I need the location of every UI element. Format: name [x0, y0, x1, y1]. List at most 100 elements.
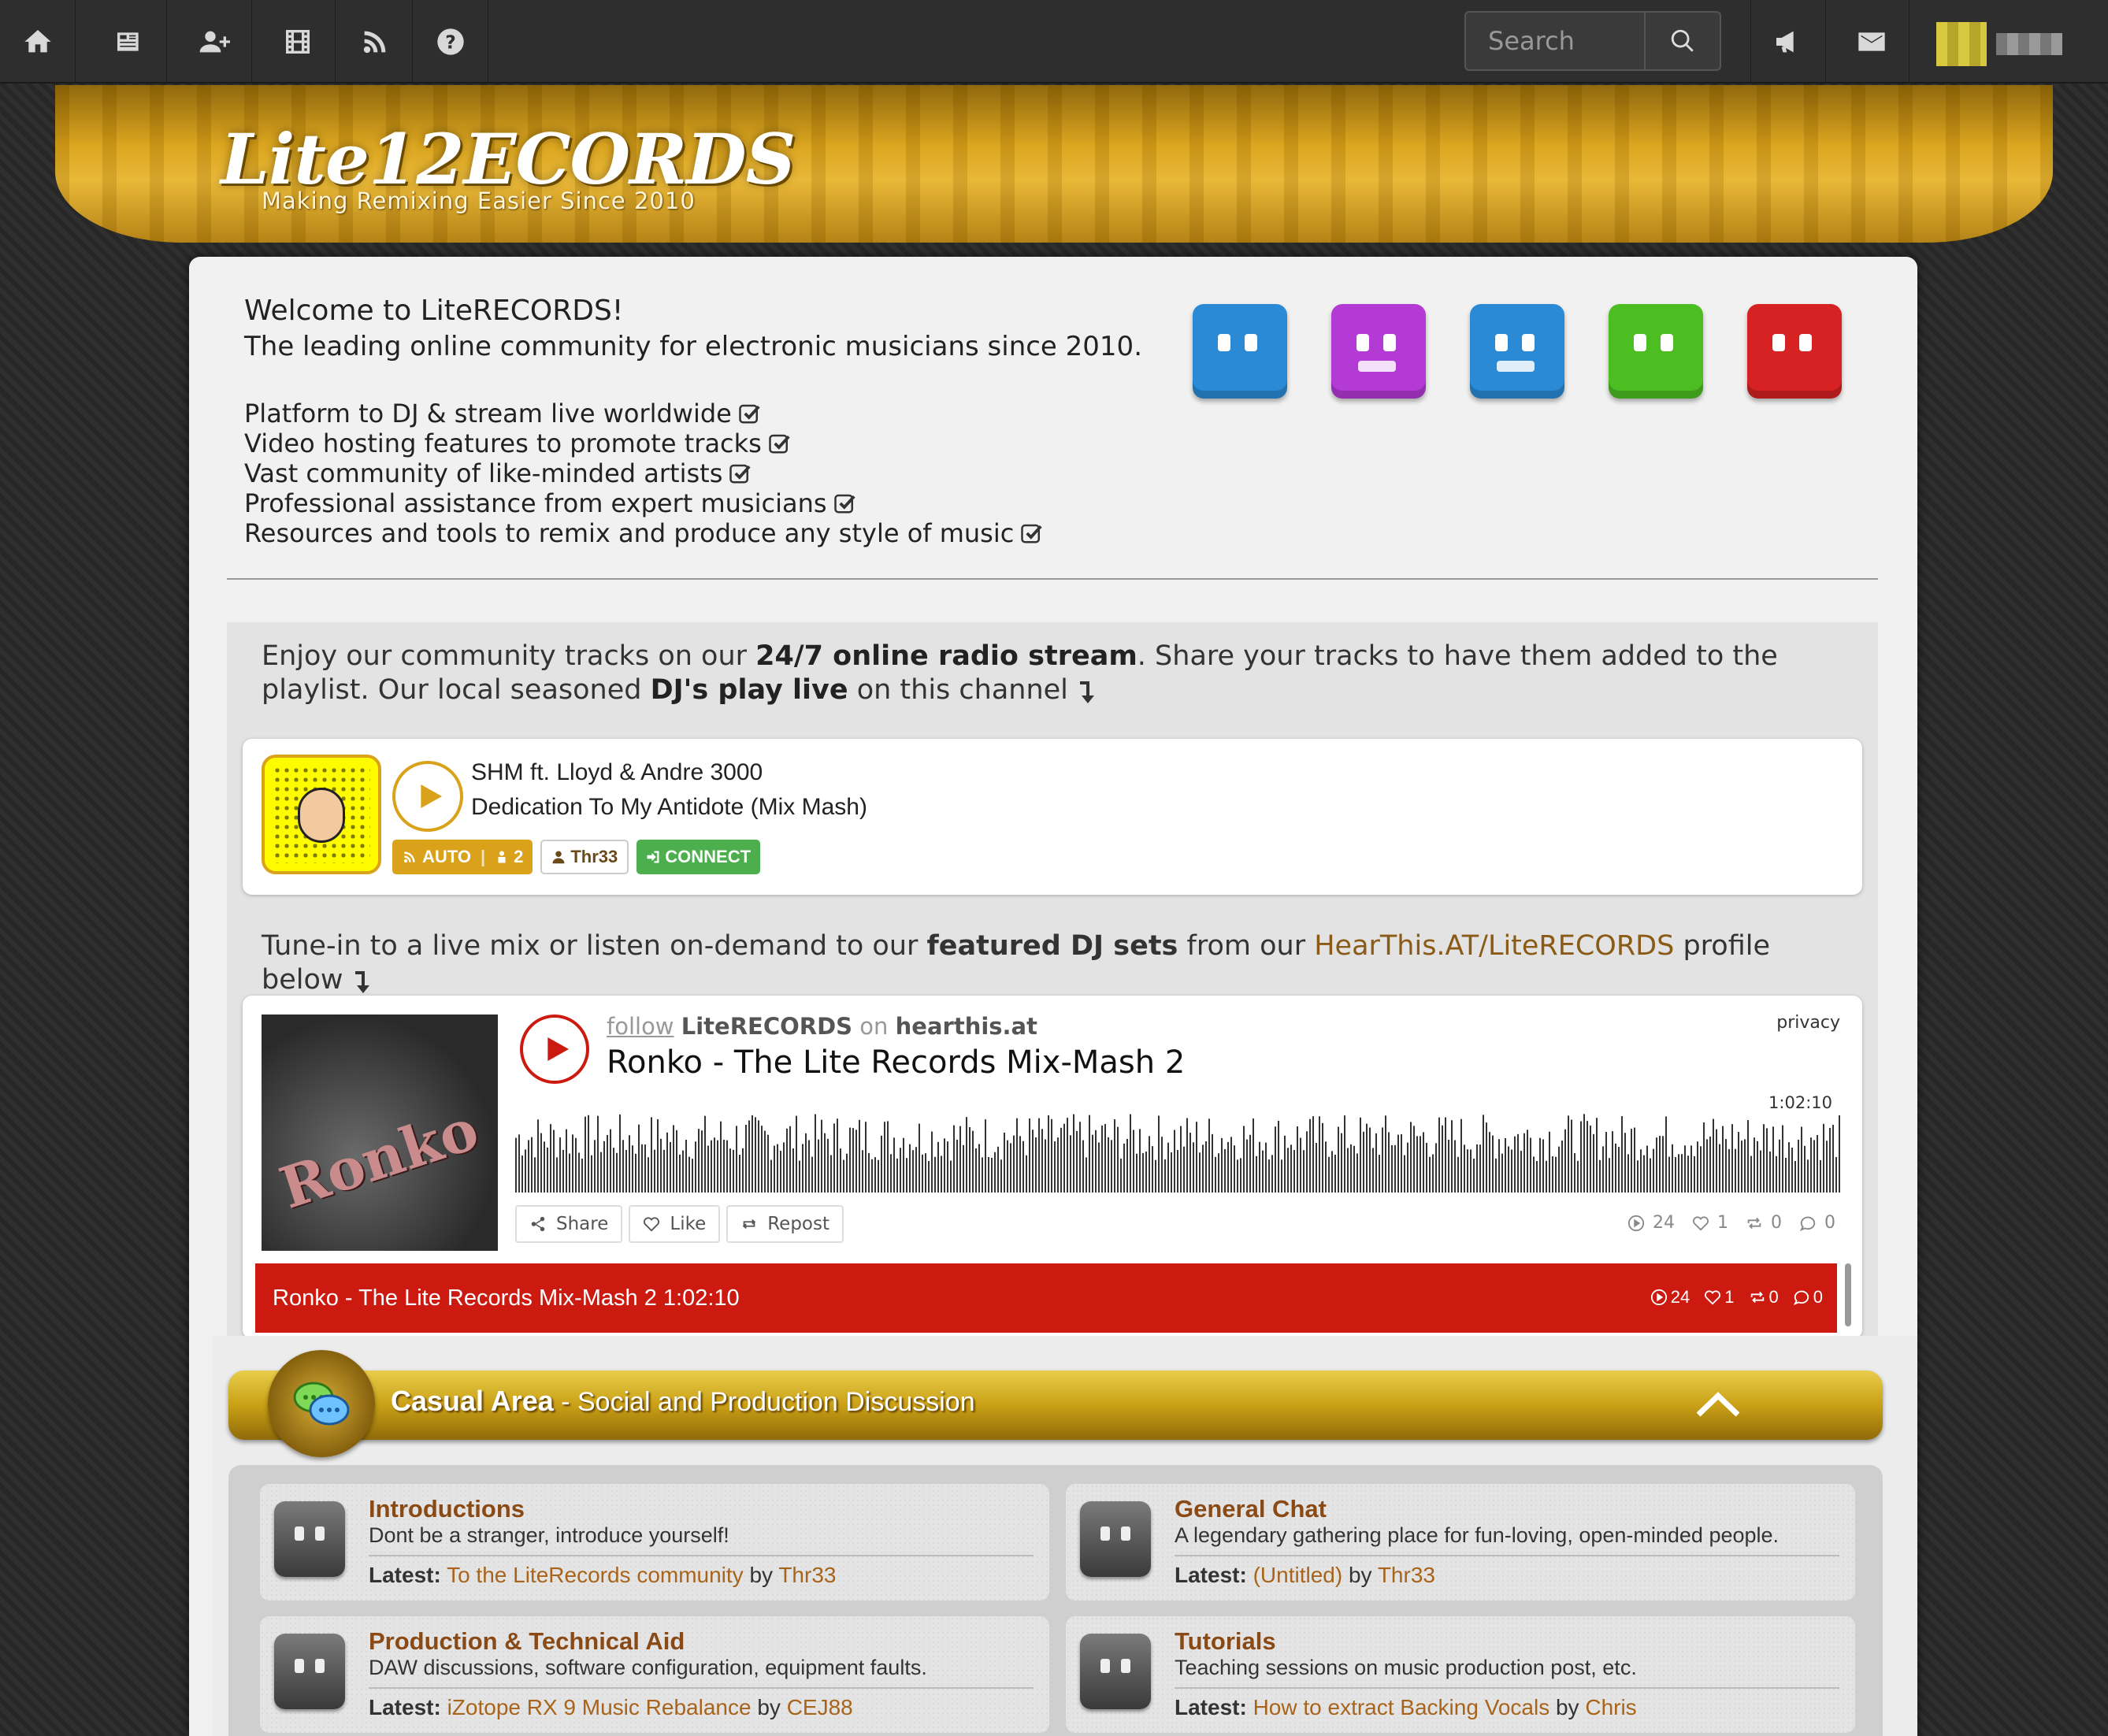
- feature-text: Professional assistance from expert musi…: [244, 488, 827, 518]
- feature-list: Platform to DJ & stream live worldwide V…: [244, 399, 1044, 548]
- waveform-bar: [1728, 1148, 1730, 1193]
- hearthis-profile-link[interactable]: HearThis.AT/LiteRECORDS: [1314, 930, 1674, 962]
- play-count: 24: [1650, 1287, 1690, 1308]
- home-icon[interactable]: [0, 0, 76, 83]
- latest-label: Latest:: [1175, 1695, 1247, 1719]
- waveform-bar: [786, 1128, 788, 1193]
- waveform-bar: [1174, 1130, 1175, 1193]
- waveform-bar: [909, 1144, 911, 1193]
- waveform-bar: [1690, 1145, 1692, 1193]
- rss-icon[interactable]: [337, 0, 413, 83]
- waveform-bar: [1407, 1142, 1408, 1193]
- forum-description: Teaching sessions on music production po…: [1175, 1656, 1637, 1679]
- latest-topic-link[interactable]: (Untitled): [1253, 1563, 1343, 1587]
- chevron-up-icon[interactable]: [1695, 1389, 1741, 1418]
- waveform-bar: [922, 1154, 923, 1193]
- by-text: by: [1348, 1563, 1372, 1587]
- latest-author-link[interactable]: Thr33: [778, 1563, 836, 1587]
- by-text: by: [1555, 1695, 1579, 1719]
- search-input[interactable]: [1466, 13, 1646, 69]
- mix-cover-art[interactable]: Ronko: [262, 1015, 498, 1251]
- waveform-bar: [1650, 1158, 1651, 1193]
- waveform-bar: [799, 1160, 800, 1193]
- audio-waveform[interactable]: [515, 1111, 1842, 1193]
- latest-topic-link[interactable]: To the LiteRecords community: [447, 1563, 744, 1587]
- connect-button[interactable]: CONNECT: [636, 840, 761, 874]
- latest-author-link[interactable]: Chris: [1585, 1695, 1636, 1719]
- account-name[interactable]: LiteRECORDS: [681, 1013, 852, 1040]
- waveform-bar: [1520, 1151, 1522, 1193]
- forum-item-production-technical-aid[interactable]: Production & Technical Aid DAW discussio…: [260, 1616, 1049, 1733]
- share-button[interactable]: Share: [515, 1205, 623, 1243]
- waveform-bar: [1120, 1158, 1122, 1193]
- waveform-bar: [1196, 1122, 1197, 1193]
- latest-author-link[interactable]: CEJ88: [787, 1695, 853, 1719]
- repost-button[interactable]: Repost: [726, 1205, 844, 1243]
- dj-user-badge[interactable]: Thr33: [540, 840, 629, 874]
- waveform-bar: [1801, 1126, 1802, 1193]
- auto-listeners-badge[interactable]: AUTO | 2: [392, 840, 533, 874]
- forum-divider: [369, 1687, 1034, 1689]
- user-name[interactable]: [1996, 33, 2062, 55]
- waveform-bar: [1725, 1139, 1727, 1193]
- waveform-bar: [1397, 1134, 1399, 1193]
- forum-item-tutorials[interactable]: Tutorials Teaching sessions on music pro…: [1066, 1616, 1855, 1733]
- waveform-bar: [1379, 1155, 1380, 1193]
- waveform-bar: [559, 1137, 561, 1193]
- checkbox-check-icon: [729, 464, 752, 484]
- waveform-bar: [1183, 1146, 1185, 1193]
- latest-topic-link[interactable]: iZotope RX 9 Music Rebalance: [447, 1695, 752, 1719]
- waveform-bar: [846, 1153, 848, 1193]
- film-icon[interactable]: [260, 0, 336, 83]
- waveform-bar: [937, 1141, 939, 1193]
- latest-topic-link[interactable]: How to extract Backing Vocals: [1253, 1695, 1550, 1719]
- waveform-bar: [534, 1157, 536, 1193]
- search-button[interactable]: [1646, 13, 1720, 69]
- forum-title[interactable]: Introductions: [369, 1495, 525, 1523]
- hearthis-site-link[interactable]: hearthis.at: [896, 1013, 1037, 1040]
- waveform-bar: [610, 1129, 611, 1193]
- envelope-icon[interactable]: [1834, 0, 1909, 83]
- waveform-bar: [1460, 1118, 1462, 1193]
- waveform-bar: [988, 1157, 989, 1193]
- like-count: 1: [1692, 1213, 1728, 1233]
- like-button[interactable]: Like: [629, 1205, 721, 1243]
- waveform-bar: [625, 1150, 627, 1193]
- radio-play-button[interactable]: [392, 761, 463, 832]
- forum-item-general-chat[interactable]: General Chat A legendary gathering place…: [1066, 1484, 1855, 1601]
- add-user-icon[interactable]: [176, 0, 252, 83]
- waveform-bar: [1760, 1150, 1761, 1193]
- waveform-bar: [777, 1144, 778, 1193]
- playlist-scrollbar[interactable]: [1845, 1263, 1851, 1326]
- latest-author-link[interactable]: Thr33: [1378, 1563, 1435, 1587]
- playlist-item[interactable]: Ronko - The Lite Records Mix-Mash 2 1:02…: [255, 1263, 1837, 1333]
- waveform-bar: [985, 1119, 986, 1193]
- waveform-bar: [1256, 1155, 1257, 1193]
- waveform-bar: [1703, 1122, 1705, 1193]
- forum-divider: [1175, 1555, 1839, 1556]
- playlist-item-title: Ronko - The Lite Records Mix-Mash 2: [273, 1285, 657, 1311]
- waveform-bar: [663, 1149, 665, 1193]
- waveform-bar: [1290, 1144, 1292, 1193]
- forum-title[interactable]: General Chat: [1175, 1495, 1327, 1523]
- follow-link[interactable]: follow: [607, 1013, 674, 1040]
- tune-text: from our: [1178, 930, 1315, 962]
- waveform-bar: [849, 1127, 851, 1193]
- privacy-link[interactable]: privacy: [1776, 1013, 1840, 1033]
- forum-title[interactable]: Production & Technical Aid: [369, 1627, 685, 1656]
- waveform-bar: [1429, 1156, 1431, 1193]
- megaphone-icon[interactable]: [1750, 0, 1826, 83]
- news-icon[interactable]: [91, 0, 167, 83]
- help-icon[interactable]: ?: [413, 0, 488, 83]
- forum-item-introductions[interactable]: Introductions Dont be a stranger, introd…: [260, 1484, 1049, 1601]
- waveform-bar: [1420, 1136, 1421, 1193]
- waveform-bar: [682, 1150, 684, 1193]
- avatar[interactable]: [1936, 22, 1987, 66]
- forum-title[interactable]: Tutorials: [1175, 1627, 1276, 1656]
- snapcode-avatar[interactable]: [262, 755, 381, 874]
- waveform-bar: [1019, 1136, 1021, 1193]
- waveform-bar: [1227, 1141, 1229, 1193]
- mix-play-button[interactable]: [520, 1015, 589, 1084]
- search-icon: [1671, 29, 1694, 52]
- likes-value: 1: [1724, 1287, 1735, 1307]
